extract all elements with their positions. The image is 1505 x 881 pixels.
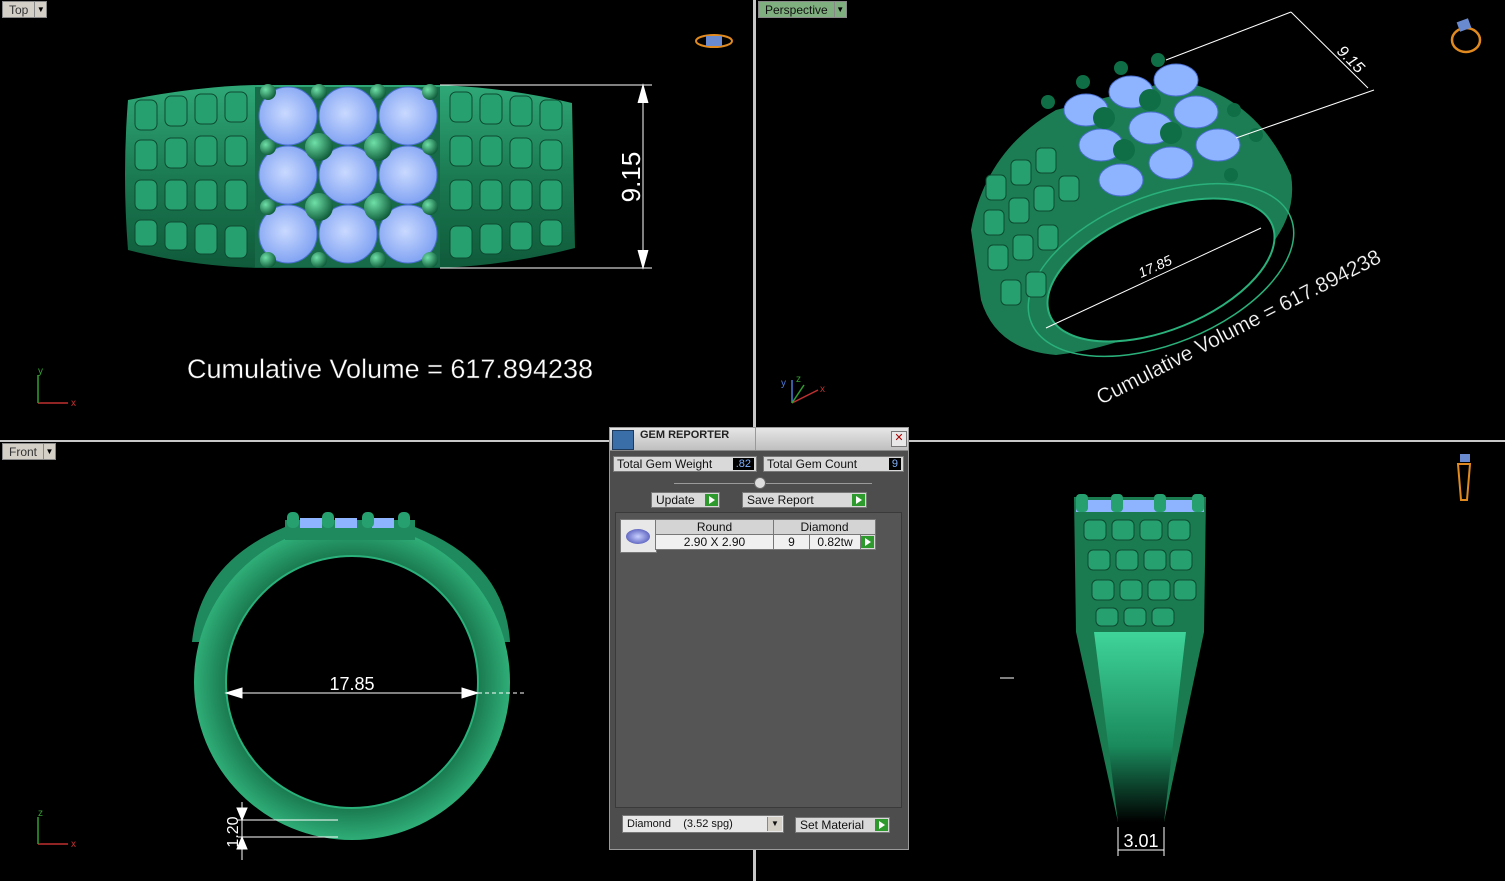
viewport-label-front[interactable]: Front ▼ [2, 443, 57, 460]
gem-material: Diamond [773, 519, 876, 535]
svg-text:y: y [38, 366, 43, 377]
chevron-down-icon[interactable]: ▼ [35, 1, 48, 18]
viewport-label-perspective[interactable]: Perspective ▼ [758, 1, 847, 18]
gem-size: 2.90 X 2.90 [655, 534, 774, 550]
top-volume-label: Cumulative Volume = 617.894238 [187, 354, 593, 384]
viewport-top[interactable]: 9.15 Cumulative Volume = 617.894238 x y … [0, 0, 753, 440]
viewport-perspective[interactable]: 9.15 17.85 Cumulative Volume = 617.89423… [756, 0, 1505, 440]
chevron-down-icon[interactable]: ▼ [44, 443, 57, 460]
gem-reporter-panel: GEM REPORTER ✕ Total Gem Weight .82 Tota… [609, 427, 909, 850]
gem-reporter-title: GEM REPORTER [640, 429, 730, 441]
save-report-button[interactable]: Save Report [742, 492, 867, 508]
svg-text:y: y [781, 378, 786, 389]
material-select[interactable]: Diamond (3.52 spg) ▼ [622, 815, 784, 833]
viewport-label-top[interactable]: Top ▼ [2, 1, 48, 18]
update-button[interactable]: Update [651, 492, 720, 508]
side-width-label: 3.01 [1123, 831, 1158, 851]
chevron-down-icon[interactable]: ▼ [767, 817, 782, 831]
front-axis-triad: x z [37, 808, 76, 850]
side-gems [1076, 500, 1204, 512]
close-icon[interactable]: ✕ [891, 431, 907, 447]
total-gem-count: Total Gem Count 9 [763, 456, 904, 472]
svg-text:z: z [796, 374, 801, 385]
front-diameter-label: 17.85 [329, 674, 374, 694]
total-gem-weight-value: .82 [732, 458, 754, 470]
svg-text:z: z [38, 808, 43, 819]
gem-detail-button[interactable] [860, 534, 876, 550]
play-icon [705, 494, 718, 506]
total-gem-weight: Total Gem Weight .82 [613, 456, 757, 472]
play-icon [875, 819, 888, 831]
front-thickness-label: 1.20 [225, 816, 242, 847]
svg-text:x: x [71, 398, 76, 409]
svg-text:x: x [820, 384, 825, 395]
gem-weight: 0.82tw [809, 534, 861, 550]
perspective-dimension-top-label: 9.15 [1333, 43, 1367, 77]
ring-view-icon-top[interactable] [692, 28, 736, 54]
top-axis-triad: x y [37, 366, 76, 409]
round-gem-icon [620, 519, 657, 553]
gem-count: 9 [773, 534, 810, 550]
gem-grid [258, 86, 438, 264]
gem-reporter-titlebar[interactable]: GEM REPORTER ✕ [610, 428, 908, 451]
gem-reporter-logo-icon [612, 430, 634, 450]
perspective-axis-triad: x y z [781, 374, 825, 404]
panel-splitter[interactable] [674, 483, 872, 484]
play-icon [852, 494, 865, 506]
total-gem-count-value: 9 [888, 458, 901, 470]
set-material-button[interactable]: Set Material [795, 817, 890, 833]
ring-view-icon-perspective[interactable] [1446, 16, 1486, 58]
top-dimension-label: 9.15 [616, 152, 646, 203]
play-icon [861, 536, 874, 548]
ring-view-icon-side[interactable] [1452, 450, 1476, 504]
svg-text:x: x [71, 839, 76, 850]
chevron-down-icon[interactable]: ▼ [834, 1, 847, 18]
gem-shape: Round [655, 519, 774, 535]
splitter-handle-icon[interactable] [754, 477, 766, 489]
perspective-view-canvas: 9.15 17.85 Cumulative Volume = 617.89423… [781, 11, 1385, 410]
gem-list: Round Diamond 2.90 X 2.90 9 0.82tw [615, 512, 902, 808]
top-view-canvas: 9.15 Cumulative Volume = 617.894238 x y [37, 83, 652, 409]
front-gems [300, 518, 394, 528]
